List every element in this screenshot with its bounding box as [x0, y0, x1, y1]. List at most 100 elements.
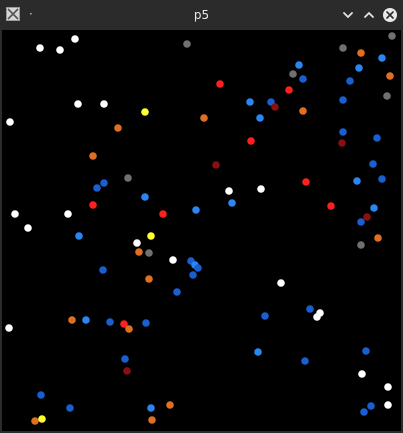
- blue-dot: [99, 266, 107, 274]
- light-blue-dot: [75, 232, 83, 240]
- white-dot: [100, 100, 108, 108]
- blue-dot: [346, 77, 354, 85]
- light-blue-dot: [192, 206, 200, 214]
- red-dot: [327, 202, 335, 210]
- blue-dot: [301, 357, 309, 365]
- orange-dot: [374, 234, 382, 242]
- blue-dot: [339, 96, 347, 104]
- blue-dot: [173, 288, 181, 296]
- close-icon: [383, 8, 397, 22]
- yellow-dot: [141, 108, 149, 116]
- blue-dot: [306, 305, 314, 313]
- white-dot: [277, 279, 285, 287]
- light-blue-dot: [246, 98, 254, 106]
- light-blue-dot: [295, 61, 303, 69]
- orange-dot: [200, 114, 208, 122]
- chevron-up-icon: [364, 12, 374, 18]
- blue-dot: [189, 271, 197, 279]
- gray-dot: [339, 44, 347, 52]
- dark-red-dot: [271, 103, 279, 111]
- blue-dot: [121, 355, 129, 363]
- blue-dot: [142, 319, 150, 327]
- white-dot: [5, 324, 13, 332]
- gray-dot: [289, 70, 297, 78]
- sketch-canvas[interactable]: [2, 30, 401, 431]
- dark-red-dot: [212, 161, 220, 169]
- blue-dot: [299, 75, 307, 83]
- orange-dot: [114, 124, 122, 132]
- white-dot: [56, 46, 64, 54]
- orange-dot: [166, 401, 174, 409]
- white-dot: [36, 44, 44, 52]
- red-dot: [159, 210, 167, 218]
- gray-dot: [145, 249, 153, 257]
- white-dot: [24, 224, 32, 232]
- white-dot: [313, 313, 321, 321]
- orange-dot: [89, 152, 97, 160]
- gray-dot: [124, 174, 132, 182]
- red-dot: [89, 201, 97, 209]
- chevron-down-icon: [343, 12, 353, 18]
- white-dot: [133, 239, 141, 247]
- white-dot: [169, 256, 177, 264]
- orange-dot: [145, 275, 153, 283]
- blue-dot: [339, 128, 347, 136]
- red-dot: [302, 178, 310, 186]
- blue-dot: [360, 408, 368, 416]
- blue-dot: [194, 264, 202, 272]
- orange-dot: [135, 248, 143, 256]
- orange-dot: [148, 416, 156, 424]
- white-dot: [384, 401, 392, 409]
- white-dot: [6, 118, 14, 126]
- orange-dot: [386, 72, 394, 80]
- red-dot: [247, 137, 255, 145]
- light-blue-dot: [254, 348, 262, 356]
- light-blue-dot: [370, 204, 378, 212]
- blue-dot: [373, 134, 381, 142]
- dark-red-dot: [123, 367, 131, 375]
- white-dot: [384, 383, 392, 391]
- light-blue-dot: [147, 404, 155, 412]
- blue-dot: [93, 184, 101, 192]
- title-bar[interactable]: · p5: [0, 0, 403, 30]
- maximize-button[interactable]: [361, 7, 377, 23]
- orange-dot: [299, 107, 307, 115]
- white-dot: [257, 185, 265, 193]
- blue-dot: [66, 404, 74, 412]
- white-dot: [11, 210, 19, 218]
- blue-dot: [261, 312, 269, 320]
- white-dot: [74, 100, 82, 108]
- close-button[interactable]: [382, 7, 398, 23]
- yellow-dot: [38, 415, 46, 423]
- blue-dot: [37, 391, 45, 399]
- app-window: · p5: [0, 0, 403, 433]
- light-blue-dot: [353, 177, 361, 185]
- white-dot: [64, 210, 72, 218]
- gray-dot: [183, 40, 191, 48]
- blue-dot: [367, 402, 375, 410]
- light-blue-dot: [378, 54, 386, 62]
- dark-red-dot: [363, 213, 371, 221]
- gray-dot: [383, 92, 391, 100]
- light-blue-dot: [82, 316, 90, 324]
- blue-dot: [100, 179, 108, 187]
- orange-dot: [31, 417, 39, 425]
- red-dot: [216, 80, 224, 88]
- light-blue-dot: [228, 199, 236, 207]
- white-dot: [358, 370, 366, 378]
- light-blue-dot: [256, 114, 264, 122]
- orange-dot: [125, 325, 133, 333]
- red-dot: [285, 86, 293, 94]
- gray-dot: [388, 32, 396, 40]
- blue-dot: [362, 347, 370, 355]
- dark-red-dot: [338, 139, 346, 147]
- light-blue-dot: [355, 64, 363, 72]
- orange-dot: [357, 49, 365, 57]
- light-blue-dot: [141, 193, 149, 201]
- gray-dot: [357, 241, 365, 249]
- white-dot: [225, 187, 233, 195]
- minimize-button[interactable]: [340, 7, 356, 23]
- blue-dot: [357, 218, 365, 226]
- dots-layer: [5, 32, 396, 425]
- yellow-dot: [147, 232, 155, 240]
